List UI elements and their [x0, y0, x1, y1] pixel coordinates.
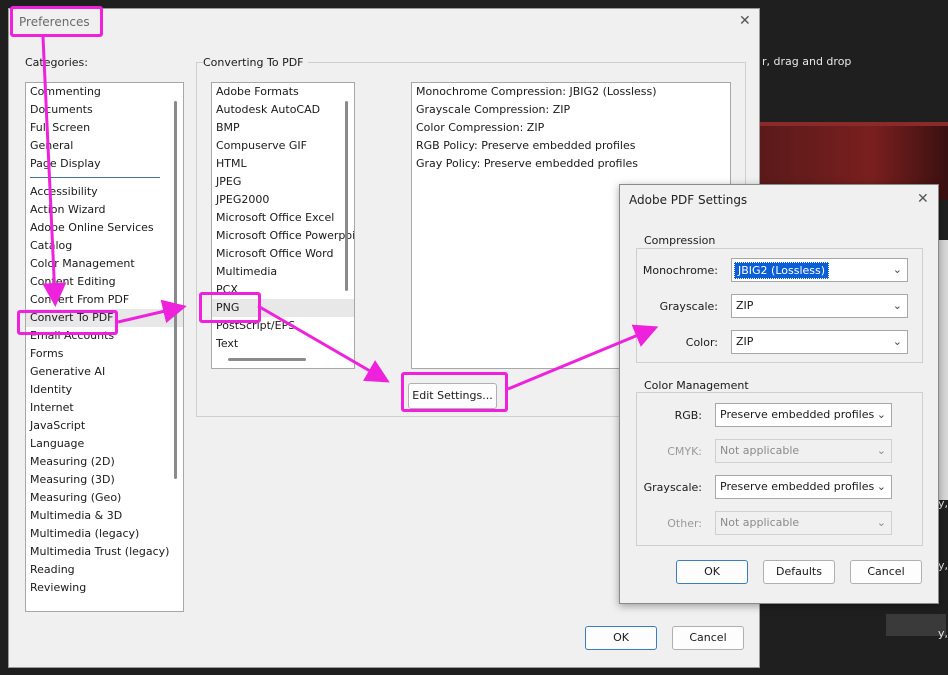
annotation-arrows	[41, 36, 659, 391]
arrow-to-convert-to-pdf	[41, 36, 67, 307]
arrow-to-edit-settings	[257, 304, 390, 383]
arrow-to-pdf-settings	[507, 324, 659, 391]
arrow-to-png	[117, 299, 187, 324]
